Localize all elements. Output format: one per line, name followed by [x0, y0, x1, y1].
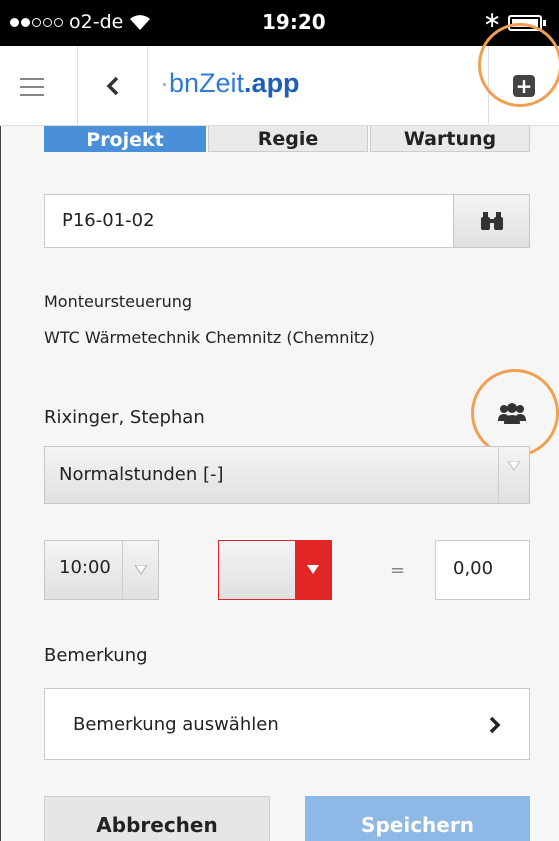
chevron-right-icon	[489, 716, 501, 734]
carrier-name: o2-de	[69, 11, 124, 33]
wifi-icon	[130, 15, 151, 30]
carrier-signal: o2-de	[10, 11, 151, 33]
menu-button[interactable]	[0, 46, 78, 126]
tab-projekt[interactable]: Projekt	[44, 126, 206, 152]
binoculars-icon	[481, 212, 503, 230]
status-bar: o2-de 19:20 ∗	[0, 0, 559, 46]
remark-select[interactable]: Bemerkung auswählen	[44, 688, 530, 760]
chevron-down-icon	[135, 565, 147, 575]
hour-type-select[interactable]: Normalstunden [-]	[44, 446, 530, 504]
signal-icon	[10, 17, 63, 27]
save-button[interactable]: Speichern	[305, 796, 530, 841]
info-line-1: Monteursteuerung	[44, 292, 193, 311]
nav-bar: ·bnZeit.app +	[0, 46, 559, 126]
remark-label: Bemerkung	[44, 645, 148, 666]
back-button[interactable]	[78, 46, 148, 126]
cancel-button[interactable]: Abbrechen	[44, 796, 270, 841]
duration-select[interactable]	[218, 540, 332, 600]
chevron-down-icon	[508, 461, 520, 471]
app-logo: ·bnZeit.app	[160, 68, 300, 98]
tab-regie[interactable]: Regie	[208, 126, 368, 152]
chevron-left-icon	[106, 76, 118, 96]
tab-wartung[interactable]: Wartung	[370, 126, 530, 152]
project-input[interactable]: P16-01-02	[44, 194, 454, 248]
project-search-button[interactable]	[453, 194, 530, 248]
highlight-ring-team	[471, 369, 559, 457]
employee-name: Rixinger, Stephan	[44, 407, 205, 428]
equals-sign: =	[390, 560, 406, 581]
info-line-2: WTC Wärmetechnik Chemnitz (Chemnitz)	[44, 328, 375, 347]
content-area: Projekt Regie Wartung P16-01-02 Monteurs…	[0, 126, 559, 841]
result-field: 0,00	[435, 540, 530, 600]
highlight-ring-add	[478, 23, 559, 107]
time-select[interactable]: 10:00	[44, 540, 159, 600]
chevron-down-icon	[307, 565, 319, 574]
clock: 19:20	[262, 10, 326, 34]
